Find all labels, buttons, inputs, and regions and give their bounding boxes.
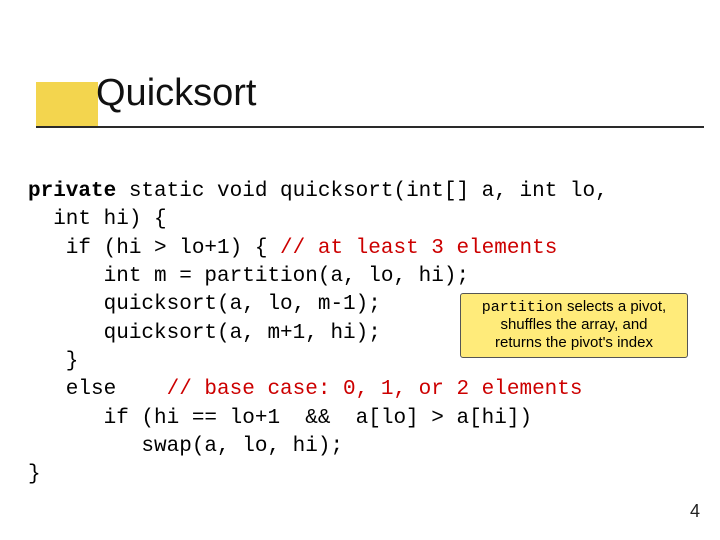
code-line: swap(a, lo, hi); xyxy=(28,433,692,461)
comment: // at least 3 elements xyxy=(280,237,557,260)
callout-text: shuffles the array, and xyxy=(500,316,647,333)
callout-box: partition selects a pivot, shuffles the … xyxy=(460,293,688,358)
slide-title: Quicksort xyxy=(96,72,256,115)
title-bar: Quicksort xyxy=(0,72,720,132)
code-text: static void quicksort(int[] a, int lo, xyxy=(116,180,607,203)
code-line: int hi) { xyxy=(28,206,692,234)
comment: // base case: 0, 1, or 2 elements xyxy=(167,378,583,401)
code-text: if (hi > lo+1) { xyxy=(28,237,280,260)
slide: Quicksort private static void quicksort(… xyxy=(0,0,720,540)
callout-text: selects a pivot, xyxy=(563,298,666,315)
keyword-private: private xyxy=(28,180,116,203)
code-line: int m = partition(a, lo, hi); xyxy=(28,263,692,291)
slide-number: 4 xyxy=(690,501,700,522)
code-line: private static void quicksort(int[] a, i… xyxy=(28,178,692,206)
title-underline xyxy=(36,126,704,128)
code-line: else // base case: 0, 1, or 2 elements xyxy=(28,376,692,404)
code-text: else xyxy=(28,378,167,401)
callout-mono-word: partition xyxy=(482,299,563,316)
code-line: if (hi > lo+1) { // at least 3 elements xyxy=(28,235,692,263)
code-line: if (hi == lo+1 && a[lo] > a[hi]) xyxy=(28,405,692,433)
accent-square-icon xyxy=(36,82,98,126)
code-line: } xyxy=(28,461,692,489)
callout-text: returns the pivot's index xyxy=(495,334,653,351)
